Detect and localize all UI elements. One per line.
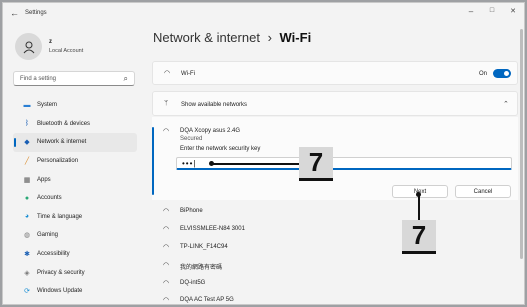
shield-icon: ◈ [24,269,30,277]
wifi-label: Wi-Fi [181,71,195,77]
sidebar-item-privacy[interactable]: ◈ Privacy & security [13,263,137,282]
network-item[interactable]: ◠ BiPhone [152,203,518,220]
sidebar-item-network[interactable]: ◆ Network & internet [13,133,137,152]
person-icon [23,41,34,53]
security-key-value: •••| [182,159,197,168]
scrollbar[interactable] [520,29,523,291]
network-ssid: DQA Xcopy asus 2.4G [180,128,241,134]
sidebar-item-label: Privacy & security [37,269,85,276]
selection-indicator [152,127,154,195]
sidebar-item-label: Network & internet [37,139,87,146]
title-bar: ← Settings – □ ✕ [3,3,524,25]
settings-window: ← Settings – □ ✕ z Local Account Find a … [2,2,525,305]
brush-icon: ╱ [24,158,30,166]
antenna-icon: ᛘ [164,100,169,107]
wifi-secured-icon: ◠ [163,244,170,251]
sidebar-item-apps[interactable]: ▦ Apps [13,170,137,189]
network-item[interactable]: ◠ TP-LINK_F14C94 [152,239,518,256]
sidebar-item-bluetooth[interactable]: ᛒ Bluetooth & devices [13,115,137,134]
breadcrumb: Network & internet › Wi-Fi [153,30,311,45]
sidebar-item-label: System [37,102,58,109]
scroll-thumb[interactable] [520,29,523,259]
network-item[interactable]: ◠ DQ-int5G [152,275,518,292]
user-account-type: Local Account [49,48,84,54]
callout-line [418,194,420,220]
page-title: Wi-Fi [279,30,312,45]
network-name: BiPhone [180,208,203,214]
update-icon: ⟳ [24,288,30,296]
wifi-secured-icon: ◠ [163,297,170,304]
app-title: Settings [25,10,47,16]
network-name: TP-LINK_F14C94 [180,244,228,250]
wifi-secured-icon: ◠ [163,262,170,269]
accessibility-icon: ✱ [24,251,30,259]
person-icon: ● [24,194,30,202]
network-name: DQ-int5G [180,280,206,286]
wifi-secured-icon: ◠ [163,128,170,135]
sidebar-item-label: Apps [37,176,51,183]
search-placeholder: Find a setting [20,76,57,82]
step-callout: 7 [299,147,333,181]
monitor-icon: ▬ [23,101,31,109]
apps-icon: ▦ [23,176,31,184]
wifi-icon: ◠ [164,70,171,77]
sidebar-item-accessibility[interactable]: ✱ Accessibility [13,245,137,264]
search-icon: ⌕ [123,74,128,83]
sidebar-item-system[interactable]: ▬ System [13,96,137,115]
sidebar-item-label: Gaming [37,232,59,239]
back-arrow-icon[interactable]: ← [10,8,19,18]
network-item[interactable]: ◠ DQA AC Test AP 5G [152,292,518,304]
wifi-state-label: On [479,71,488,77]
network-name: ELVISSMLEE-N84 3001 [180,226,245,232]
network-status: Secured [180,136,203,142]
step-callout: 7 [402,220,436,254]
avatar [15,33,42,60]
connecting-network-panel: ◠ DQA Xcopy asus 2.4G Secured Enter the … [152,117,518,200]
sidebar-item-windows-update[interactable]: ⟳ Windows Update [13,282,137,301]
security-key-prompt: Enter the network security key [180,146,261,152]
wifi-secured-icon: ◠ [163,280,170,287]
sidebar-item-gaming[interactable]: ◍ Gaming [13,226,137,245]
sidebar-item-label: Personalization [37,158,79,165]
user-profile[interactable]: z Local Account [15,33,135,63]
network-name: DQA AC Test AP 5G [180,297,234,303]
sidebar-item-personalization[interactable]: ╱ Personalization [13,152,137,171]
breadcrumb-separator: › [267,30,272,45]
network-item[interactable]: ◠ 我的網路有密碼 [152,257,518,274]
network-name: 我的網路有密碼 [180,265,223,271]
bluetooth-icon: ᛒ [24,120,30,128]
sidebar-item-label: Windows Update [37,288,83,295]
wifi-secured-icon: ◠ [163,208,170,215]
sidebar-item-accounts[interactable]: ● Accounts [13,189,137,208]
minimize-button[interactable]: – [464,7,478,16]
chevron-up-icon[interactable]: ⌃ [503,100,509,108]
sidebar-item-time-language[interactable]: ◕ Time & language [13,208,137,227]
sidebar-nav: ▬ System ᛒ Bluetooth & devices ◆ Network… [13,96,137,301]
search-input[interactable]: Find a setting ⌕ [13,71,135,86]
user-name: z [49,39,52,45]
show-networks-row[interactable]: ᛘ Show available networks ⌃ [152,91,518,116]
wifi-toggle-row: ◠ Wi-Fi On [152,61,518,85]
cancel-button[interactable]: Cancel [455,185,511,198]
wifi-toggle[interactable] [493,69,511,78]
wifi-secured-icon: ◠ [163,226,170,233]
sidebar-item-label: Time & language [37,213,83,220]
sidebar-item-label: Bluetooth & devices [37,120,91,127]
network-item[interactable]: ◠ ELVISSMLEE-N84 3001 [152,221,518,238]
callout-line [211,163,299,165]
wifi-icon: ◆ [24,139,30,147]
breadcrumb-parent[interactable]: Network & internet [153,30,260,45]
maximize-button[interactable]: □ [485,7,499,14]
globe-clock-icon: ◕ [24,213,30,221]
sidebar-item-label: Accounts [37,195,62,202]
sidebar-item-label: Accessibility [37,251,70,258]
show-networks-label: Show available networks [181,102,248,108]
close-button[interactable]: ✕ [506,7,520,15]
controller-icon: ◍ [23,232,31,240]
